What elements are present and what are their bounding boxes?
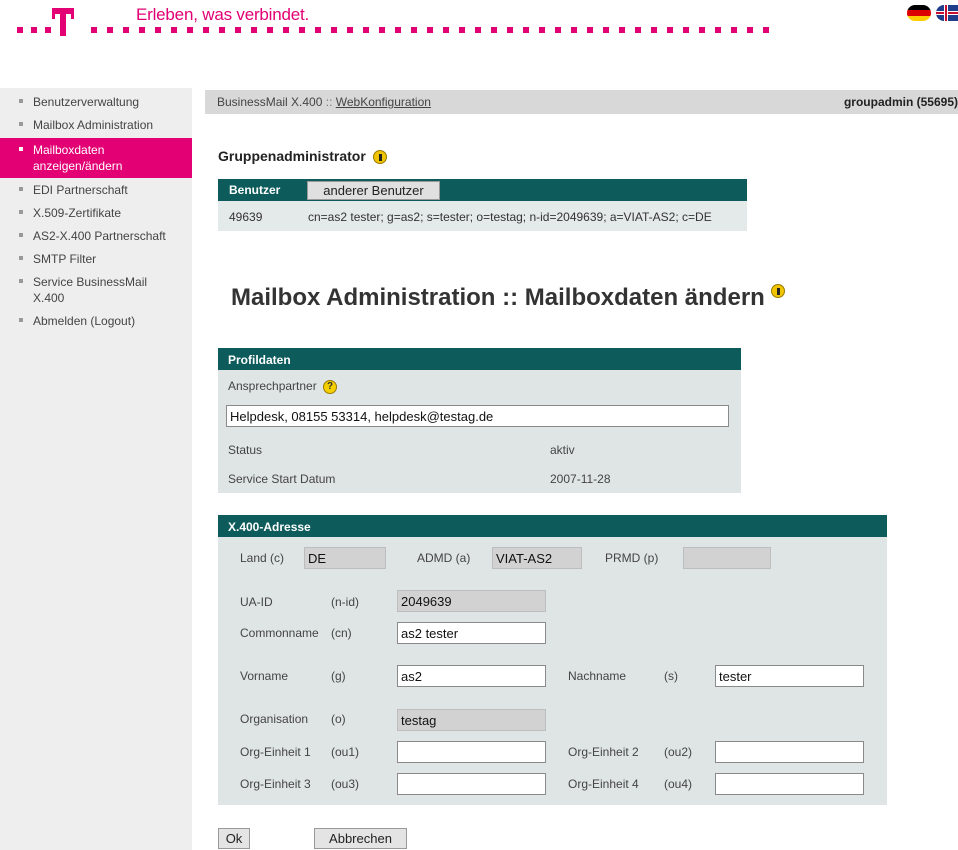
cn-key: (cn) xyxy=(331,626,352,640)
breadcrumb: BusinessMail X.400 :: WebKonfiguration xyxy=(217,95,431,109)
breadcrumb-product: BusinessMail X.400 xyxy=(217,95,323,109)
ou3-key: (ou3) xyxy=(331,777,360,791)
sidebar-item-label: Benutzerverwaltung xyxy=(33,95,140,109)
info-icon[interactable] xyxy=(372,150,387,165)
uaid-key: (n-id) xyxy=(331,595,360,609)
bullet-icon xyxy=(19,279,23,283)
bullet-icon xyxy=(19,147,23,151)
breadcrumb-bar: BusinessMail X.400 :: WebKonfiguration g… xyxy=(205,90,958,114)
ou1-key: (ou1) xyxy=(331,745,360,759)
bullet-icon xyxy=(19,256,23,260)
sidebar-item-service-businessmail[interactable]: Service BusinessMail X.400 xyxy=(0,270,192,309)
prmd-field xyxy=(683,547,771,569)
sidebar-item-label: Mailboxdaten anzeigen/ändern xyxy=(33,143,123,173)
s-field[interactable] xyxy=(715,665,864,687)
sidebar-item-benutzerverwaltung[interactable]: Benutzerverwaltung xyxy=(0,90,192,113)
x400-header: X.400-Adresse xyxy=(218,515,887,537)
ou3-label: Org-Einheit 3 xyxy=(240,777,311,791)
sidebar: Benutzerverwaltung Mailbox Administratio… xyxy=(0,88,192,850)
bullet-icon xyxy=(19,187,23,191)
bullet-icon xyxy=(19,233,23,237)
cn-label: Commonname xyxy=(240,626,319,640)
ou2-label: Org-Einheit 2 xyxy=(568,745,639,759)
uaid-field xyxy=(397,590,546,612)
cancel-button[interactable]: Abbrechen xyxy=(314,828,407,849)
sidebar-item-x509-zertifikate[interactable]: X.509-Zertifikate xyxy=(0,201,192,224)
logged-in-user: groupadmin (55695) xyxy=(843,95,958,109)
group-admin-heading: Gruppenadministrator xyxy=(218,148,387,165)
admd-label: ADMD (a) xyxy=(417,551,471,565)
ou4-label: Org-Einheit 4 xyxy=(568,777,639,791)
start-date-label: Service Start Datum xyxy=(228,472,336,486)
status-label: Status xyxy=(228,443,263,457)
s-key: (s) xyxy=(664,669,678,683)
bullet-icon xyxy=(19,122,23,126)
de-flag-icon[interactable] xyxy=(907,5,931,21)
ou3-field[interactable] xyxy=(397,773,546,795)
uaid-label: UA-ID xyxy=(240,595,273,609)
sidebar-item-label: Service BusinessMail X.400 xyxy=(33,275,148,305)
o-key: (o) xyxy=(331,712,346,726)
sidebar-item-logout[interactable]: Abmelden (Logout) xyxy=(0,309,192,332)
bullet-icon xyxy=(19,99,23,103)
bullet-icon xyxy=(19,318,23,322)
g-field[interactable] xyxy=(397,665,546,687)
ou1-label: Org-Einheit 1 xyxy=(240,745,311,759)
ou1-field[interactable] xyxy=(397,741,546,763)
slogan: Erleben, was verbindet. xyxy=(136,5,310,24)
s-label: Nachname xyxy=(568,669,627,683)
x400-panel: X.400-Adresse Land (c) ADMD (a) PRMD (p)… xyxy=(218,515,887,805)
ou4-field[interactable] xyxy=(715,773,864,795)
o-label: Organisation xyxy=(240,712,309,726)
tab-benutzer[interactable]: Benutzer xyxy=(218,179,291,201)
bullet-icon xyxy=(19,210,23,214)
tab-anderer-benutzer[interactable]: anderer Benutzer xyxy=(307,181,440,200)
admd-field xyxy=(492,547,582,569)
sidebar-item-label: AS2-X.400 Partnerschaft xyxy=(33,229,166,243)
sidebar-item-edi-partnerschaft[interactable]: EDI Partnerschaft xyxy=(0,178,192,201)
prmd-label: PRMD (p) xyxy=(605,551,659,565)
sidebar-item-mailboxdaten[interactable]: Mailboxdaten anzeigen/ändern xyxy=(0,138,192,178)
logo-dots xyxy=(17,27,777,33)
help-icon[interactable]: ? xyxy=(323,379,338,394)
sidebar-item-label: SMTP Filter xyxy=(33,252,97,266)
profil-panel: Profildaten Ansprechpartner ? Status akt… xyxy=(218,348,741,493)
g-label: Vorname xyxy=(240,669,289,683)
start-date-value: 2007-11-28 xyxy=(550,472,611,486)
user-tabs: Benutzer anderer Benutzer xyxy=(218,179,747,201)
ou4-key: (ou4) xyxy=(664,777,693,791)
contact-label: Ansprechpartner ? xyxy=(228,379,338,394)
sidebar-item-smtp-filter[interactable]: SMTP Filter xyxy=(0,247,192,270)
page-title-text: Mailbox Administration :: Mailboxdaten ä… xyxy=(231,284,765,311)
cn-field[interactable] xyxy=(397,622,546,644)
profil-header: Profildaten xyxy=(218,348,741,370)
page-title: Mailbox Administration :: Mailboxdaten ä… xyxy=(231,284,786,312)
user-id: 49639 xyxy=(229,210,263,224)
ou2-key: (ou2) xyxy=(664,745,693,759)
land-label: Land (c) xyxy=(240,551,285,565)
user-dn: cn=as2 tester; g=as2; s=tester; o=testag… xyxy=(308,210,712,224)
sidebar-item-as2-x400[interactable]: AS2-X.400 Partnerschaft xyxy=(0,224,192,247)
sidebar-item-label: Mailbox Administration xyxy=(33,118,154,132)
g-key: (g) xyxy=(331,669,346,683)
breadcrumb-link-webkonfiguration[interactable]: WebKonfiguration xyxy=(336,95,431,109)
status-value: aktiv xyxy=(550,443,575,457)
sidebar-item-label: Abmelden (Logout) xyxy=(33,314,136,328)
sidebar-item-label: X.509-Zertifikate xyxy=(33,206,122,220)
sidebar-item-mailbox-administration[interactable]: Mailbox Administration xyxy=(0,113,192,136)
group-admin-title: Gruppenadministrator xyxy=(218,148,366,164)
land-field xyxy=(304,547,386,569)
breadcrumb-separator: :: xyxy=(325,95,333,109)
sidebar-item-label: EDI Partnerschaft xyxy=(33,183,128,197)
selected-user-row: 49639 cn=as2 tester; g=as2; s=tester; o=… xyxy=(218,201,747,231)
info-icon[interactable] xyxy=(771,284,786,298)
telekom-logo xyxy=(52,8,74,38)
uk-flag-icon[interactable] xyxy=(936,5,958,21)
ou2-field[interactable] xyxy=(715,741,864,763)
o-field xyxy=(397,709,546,731)
contact-field[interactable] xyxy=(226,405,729,427)
contact-label-text: Ansprechpartner xyxy=(228,379,317,393)
ok-button[interactable]: Ok xyxy=(218,828,250,849)
